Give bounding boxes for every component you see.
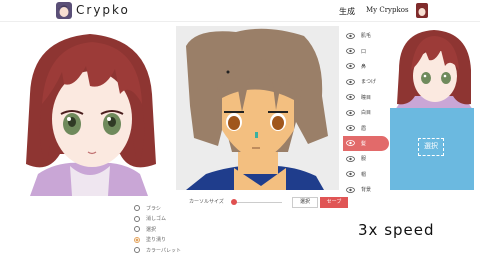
user-avatar[interactable]: [416, 3, 428, 18]
palette-item[interactable]: 服: [343, 151, 389, 166]
radio-button[interactable]: [134, 215, 140, 222]
visibility-eye-icon[interactable]: [346, 125, 355, 131]
cursor-size-label: カーソルサイズ: [189, 199, 224, 205]
palette-item[interactable]: 口: [343, 43, 389, 58]
speed-overlay-label: 3x speed: [358, 221, 435, 239]
visibility-eye-icon[interactable]: [346, 63, 355, 70]
palette-item[interactable]: まつげ: [343, 74, 389, 89]
visibility-eye-icon[interactable]: [346, 155, 355, 162]
radio-label: カラーパレット: [146, 247, 181, 254]
visibility-eye-icon[interactable]: [346, 94, 355, 101]
tool-radio-option[interactable]: 消しゴム: [134, 214, 181, 225]
radio-label: 消しゴム: [146, 216, 167, 223]
palette-item[interactable]: 肌毛: [343, 28, 389, 43]
radio-button[interactable]: [134, 226, 140, 233]
brand-title[interactable]: Crypko: [76, 3, 130, 17]
palette-item-label: 髪: [361, 140, 367, 147]
palette-item-label: 口: [361, 48, 367, 55]
header-bar: Crypko 生成 My Crypkos: [0, 0, 480, 22]
cursor-size-slider-handle[interactable]: [231, 199, 237, 205]
palette-item[interactable]: 髪: [343, 135, 389, 152]
visibility-eye-icon[interactable]: [346, 140, 355, 147]
result-character-image: [20, 24, 160, 196]
radio-button[interactable]: [134, 205, 140, 212]
visibility-eye-icon[interactable]: [346, 48, 355, 54]
palette-item-label: 背景: [361, 187, 372, 194]
select-button[interactable]: 選択: [292, 197, 318, 208]
palette-item-label: 帽: [361, 171, 367, 178]
palette-item-label: 肌毛: [361, 33, 372, 40]
logo-avatar[interactable]: [56, 2, 72, 19]
palette-item[interactable]: 鼻: [343, 59, 389, 74]
palette-item-label: まつげ: [361, 79, 377, 86]
palette-item-label: 鼻: [361, 63, 367, 70]
selection-button[interactable]: 選択: [418, 138, 444, 156]
tool-radio-option[interactable]: ブラシ: [134, 203, 181, 214]
visibility-eye-icon[interactable]: [346, 109, 355, 116]
nav-generate-link[interactable]: 生成: [339, 6, 355, 17]
radio-label: 選択: [146, 226, 157, 233]
visibility-eye-icon[interactable]: [346, 171, 355, 178]
preview-character-image: [393, 26, 475, 110]
radio-button[interactable]: [134, 236, 140, 243]
nav-my-crypkos-link[interactable]: My Crypkos: [366, 6, 409, 14]
palette-item-label: 服: [361, 156, 367, 163]
palette-item[interactable]: 瞳目: [343, 90, 389, 105]
visibility-eye-icon[interactable]: [346, 32, 355, 39]
palette-item-label: 白目: [361, 110, 372, 117]
cursor-size-track[interactable]: [234, 202, 282, 203]
save-button[interactable]: セーブ: [320, 197, 348, 208]
tool-radio-option[interactable]: 塗り潰り: [134, 235, 181, 246]
tool-radio-option[interactable]: 選択: [134, 224, 181, 235]
tool-radio-option[interactable]: カラーパレット: [134, 245, 181, 256]
radio-label: ブラシ: [146, 205, 161, 212]
palette-item[interactable]: 眉: [343, 120, 389, 135]
palette-item[interactable]: 白目: [343, 105, 389, 120]
palette-item[interactable]: 背景: [343, 182, 389, 197]
palette-list: 肌毛口鼻まつげ瞳目白目眉髪服帽背景: [343, 28, 389, 197]
palette-item-label: 瞳目: [361, 94, 372, 101]
palette-item-label: 眉: [361, 125, 367, 132]
radio-label: 塗り潰り: [146, 237, 167, 244]
selection-area[interactable]: 選択: [390, 108, 474, 190]
tool-radio-list: ブラシ消しゴム選択塗り潰りカラーパレット: [134, 203, 181, 256]
sketch-canvas[interactable]: [176, 26, 339, 190]
palette-item[interactable]: 帽: [343, 167, 389, 182]
visibility-eye-icon[interactable]: [346, 78, 355, 85]
visibility-eye-icon[interactable]: [346, 186, 355, 193]
radio-button[interactable]: [134, 247, 140, 254]
